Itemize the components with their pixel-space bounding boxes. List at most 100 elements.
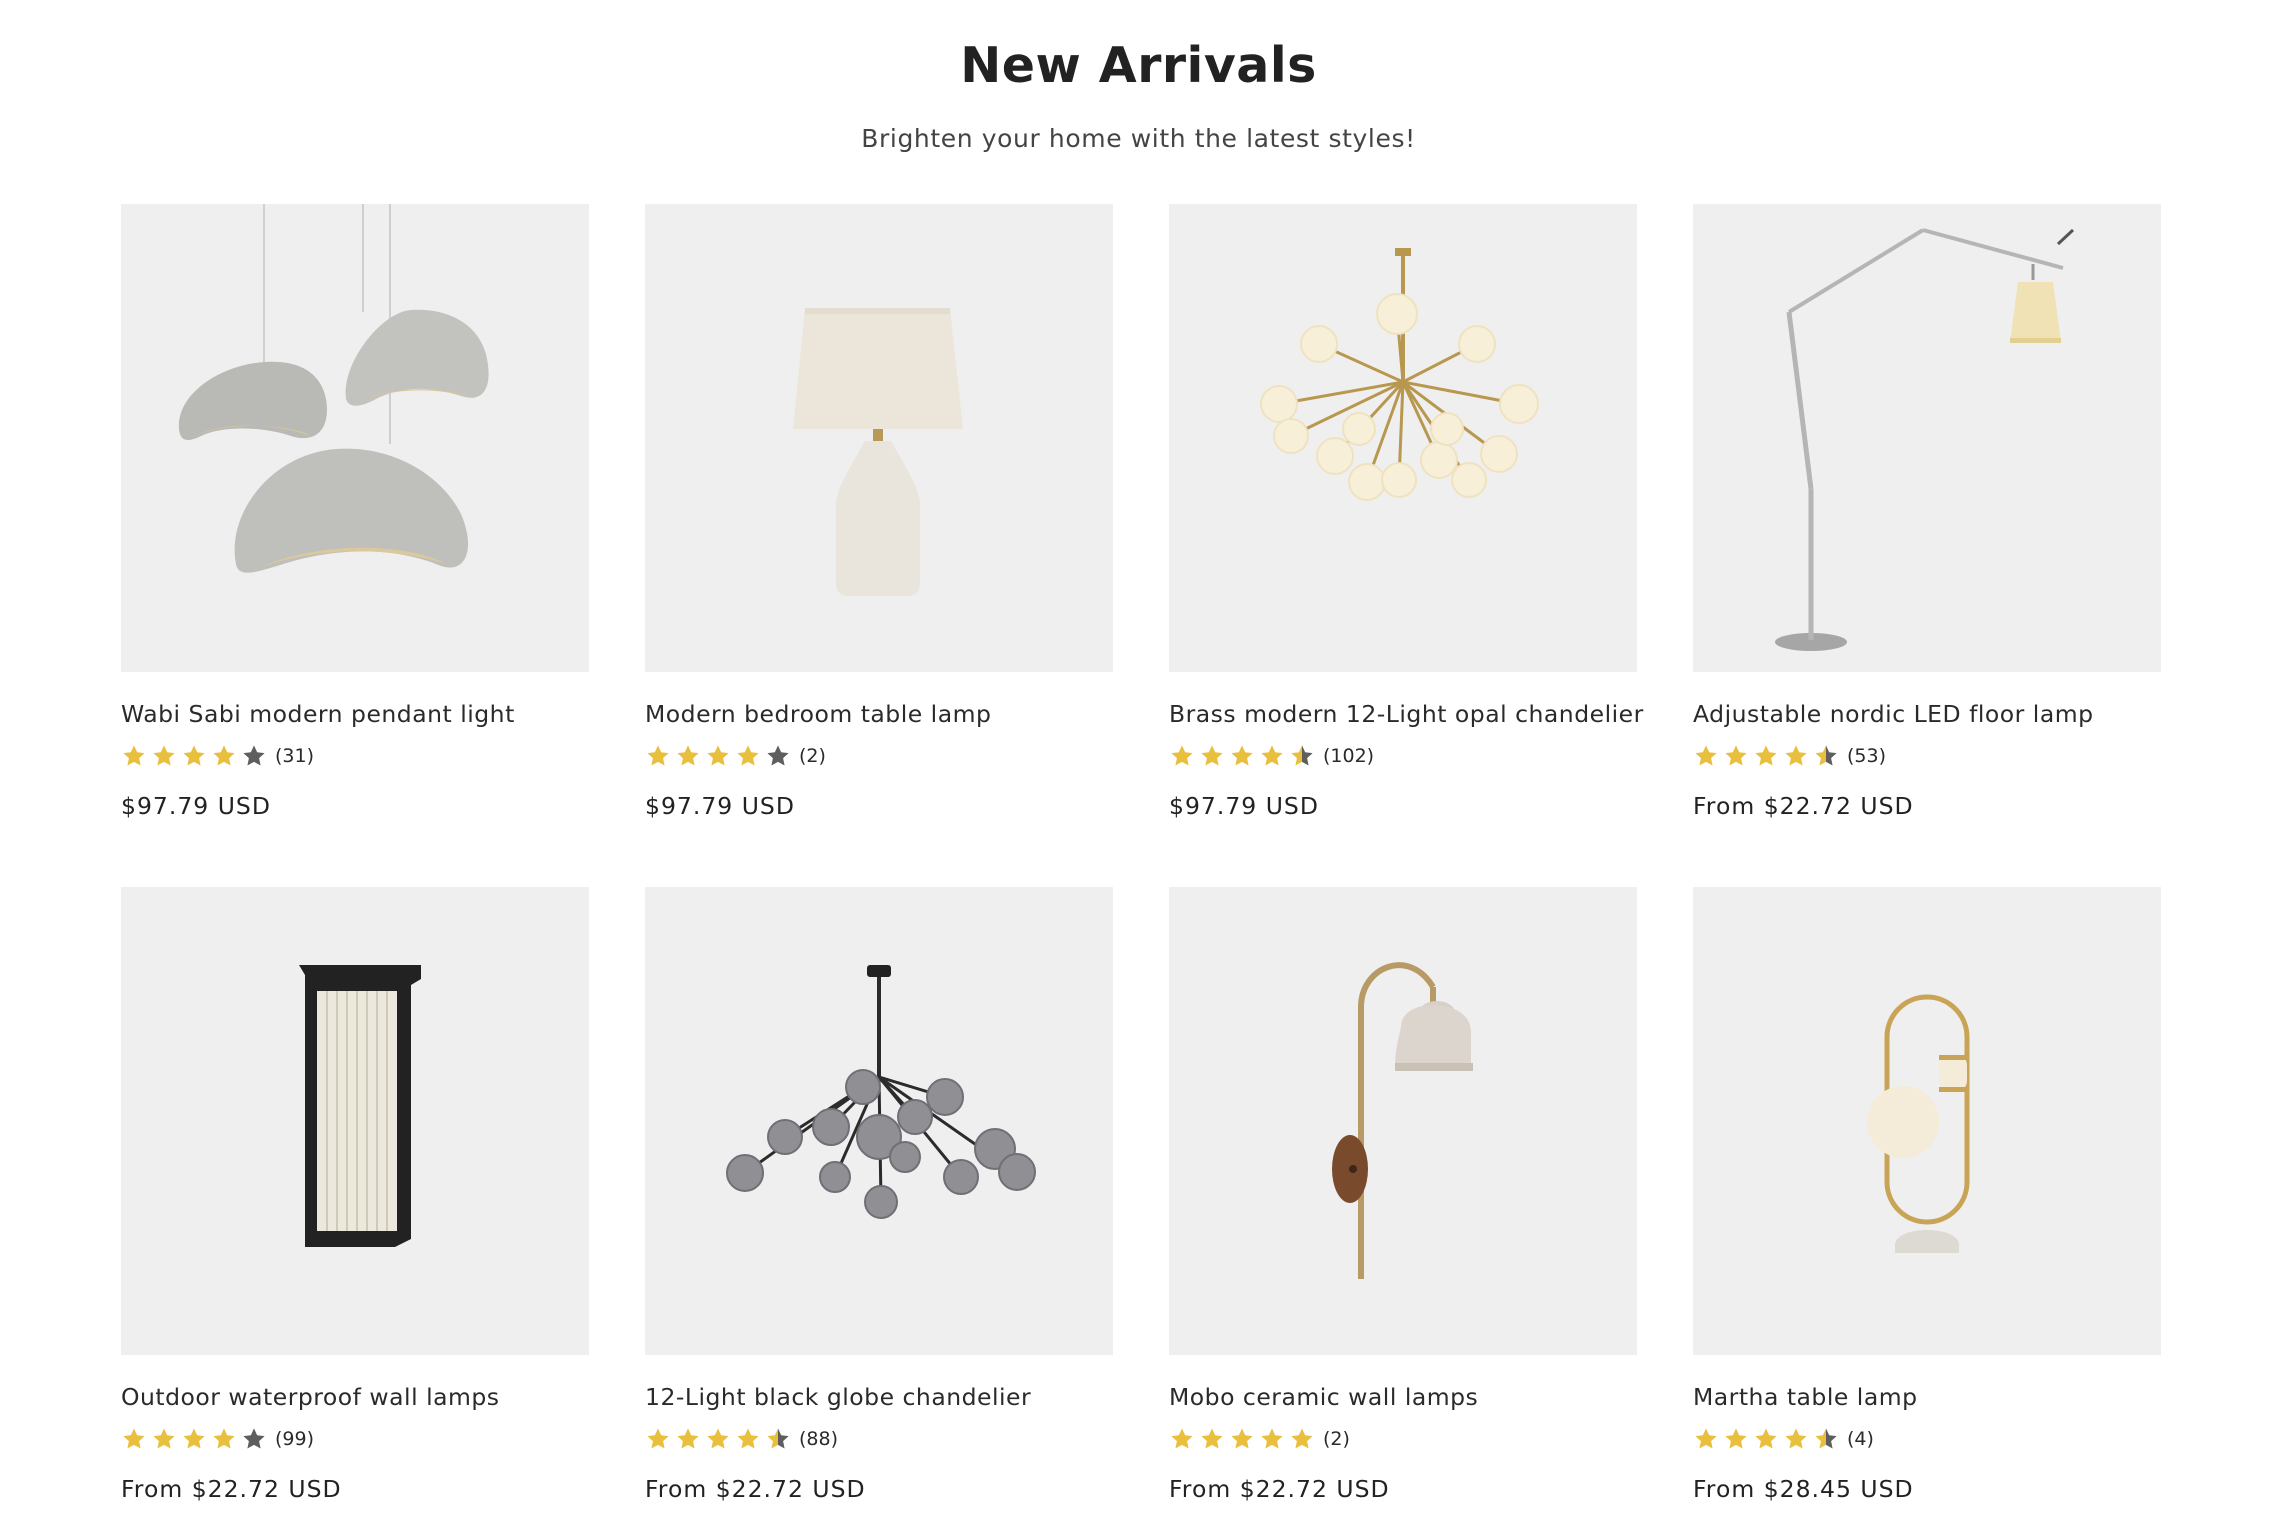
product-image[interactable]	[121, 887, 589, 1355]
star-filled-icon	[1231, 1428, 1253, 1449]
review-count: (99)	[275, 1428, 315, 1450]
star-empty-icon	[243, 745, 265, 766]
chandelier-icon	[1260, 248, 1539, 501]
product-price: $97.79 USD	[645, 792, 795, 820]
star-filled-icon	[153, 1428, 175, 1449]
product-rating: (2)	[1169, 1425, 1637, 1453]
review-count: (53)	[1847, 745, 1887, 767]
product-price: $97.79 USD	[1169, 792, 1319, 820]
review-count: (102)	[1323, 745, 1375, 767]
product-card[interactable]: Martha table lamp (4) From $28.45 USD	[1693, 887, 2161, 1503]
star-filled-icon	[1201, 1428, 1223, 1449]
star-filled-icon	[1171, 745, 1193, 766]
product-rating: (102)	[1169, 742, 1637, 770]
product-name[interactable]: Adjustable nordic LED floor lamp	[1693, 700, 2161, 728]
product-rating: (4)	[1693, 1425, 2161, 1453]
product-name[interactable]: Mobo ceramic wall lamps	[1169, 1383, 1637, 1411]
globe-table-lamp-icon	[1867, 994, 1970, 1253]
ceramic-wall-lamp-icon	[1332, 962, 1473, 1279]
star-filled-icon	[647, 1428, 669, 1449]
star-filled-icon	[1755, 745, 1777, 766]
product-price: From $28.45 USD	[1693, 1475, 1914, 1503]
review-count: (2)	[1323, 1428, 1350, 1450]
table-lamp-icon	[793, 308, 963, 596]
star-filled-icon	[1695, 1428, 1717, 1449]
star-filled-icon	[677, 1428, 699, 1449]
pendant-light-icon	[178, 204, 489, 573]
star-filled-icon	[707, 1428, 729, 1449]
rating-stars	[645, 743, 795, 769]
product-image[interactable]	[1693, 204, 2161, 672]
star-filled-icon	[183, 745, 205, 766]
star-filled-icon	[1725, 1428, 1747, 1449]
new-arrivals-section: New Arrivals Brighten your home with the…	[0, 0, 2277, 1515]
product-card[interactable]: Modern bedroom table lamp (2) $97.79 USD	[645, 204, 1113, 820]
product-price: $97.79 USD	[121, 792, 271, 820]
product-price: From $22.72 USD	[1693, 792, 1914, 820]
star-half-icon	[1291, 745, 1313, 766]
product-name[interactable]: Martha table lamp	[1693, 1383, 2161, 1411]
product-rating: (53)	[1693, 742, 2161, 770]
review-count: (2)	[799, 745, 826, 767]
star-filled-icon	[1261, 1428, 1283, 1449]
product-rating: (31)	[121, 742, 589, 770]
product-card[interactable]: 12-Light black globe chandelier (88) Fro…	[645, 887, 1113, 1503]
star-filled-icon	[1755, 1428, 1777, 1449]
wall-lamp-icon	[299, 965, 421, 1247]
star-half-icon	[767, 1428, 789, 1449]
section-header: New Arrivals Brighten your home with the…	[0, 30, 2277, 153]
product-card[interactable]: Brass modern 12-Light opal chandelier (1…	[1169, 204, 1643, 820]
rating-stars	[1169, 1426, 1319, 1452]
star-filled-icon	[1231, 745, 1253, 766]
product-card[interactable]: Mobo ceramic wall lamps (2) From $22.72 …	[1169, 887, 1637, 1503]
star-filled-icon	[1785, 1428, 1807, 1449]
star-filled-icon	[1171, 1428, 1193, 1449]
product-image[interactable]	[121, 204, 589, 672]
section-title: New Arrivals	[960, 37, 1317, 94]
star-filled-icon	[1695, 745, 1717, 766]
product-grid: Wabi Sabi modern pendant light (31) $97.…	[121, 204, 2161, 1503]
star-empty-icon	[243, 1428, 265, 1449]
star-filled-icon	[737, 745, 759, 766]
rating-stars	[1693, 743, 1843, 769]
product-card[interactable]: Adjustable nordic LED floor lamp (53) Fr…	[1693, 204, 2161, 820]
star-filled-icon	[1201, 745, 1223, 766]
star-filled-icon	[737, 1428, 759, 1449]
product-image[interactable]	[645, 887, 1113, 1355]
product-card[interactable]: Outdoor waterproof wall lamps (99) From …	[121, 887, 589, 1503]
product-image[interactable]	[1169, 887, 1637, 1355]
product-name[interactable]: Outdoor waterproof wall lamps	[121, 1383, 589, 1411]
product-rating: (2)	[645, 742, 1113, 770]
star-filled-icon	[213, 1428, 235, 1449]
product-image[interactable]	[1169, 204, 1637, 672]
rating-stars	[1693, 1426, 1843, 1452]
review-count: (4)	[1847, 1428, 1874, 1450]
review-count: (31)	[275, 745, 315, 767]
rating-stars	[121, 1426, 271, 1452]
globe-chandelier-icon	[726, 965, 1036, 1219]
product-rating: (88)	[645, 1425, 1113, 1453]
floor-lamp-icon	[1775, 228, 2075, 651]
product-price: From $22.72 USD	[645, 1475, 866, 1503]
star-filled-icon	[183, 1428, 205, 1449]
rating-stars	[121, 743, 271, 769]
star-filled-icon	[123, 745, 145, 766]
star-filled-icon	[123, 1428, 145, 1449]
star-filled-icon	[1291, 1428, 1313, 1449]
product-image[interactable]	[1693, 887, 2161, 1355]
star-empty-icon	[767, 745, 789, 766]
star-filled-icon	[647, 745, 669, 766]
star-half-icon	[1815, 1428, 1837, 1449]
product-image[interactable]	[645, 204, 1113, 672]
star-filled-icon	[153, 745, 175, 766]
star-half-icon	[1815, 745, 1837, 766]
product-card[interactable]: Wabi Sabi modern pendant light (31) $97.…	[121, 204, 589, 820]
product-price: From $22.72 USD	[121, 1475, 342, 1503]
star-filled-icon	[213, 745, 235, 766]
product-name[interactable]: Brass modern 12-Light opal chandelier	[1169, 700, 1643, 728]
product-name[interactable]: Wabi Sabi modern pendant light	[121, 700, 589, 728]
review-count: (88)	[799, 1428, 839, 1450]
product-name[interactable]: 12-Light black globe chandelier	[645, 1383, 1113, 1411]
star-filled-icon	[677, 745, 699, 766]
product-name[interactable]: Modern bedroom table lamp	[645, 700, 1113, 728]
